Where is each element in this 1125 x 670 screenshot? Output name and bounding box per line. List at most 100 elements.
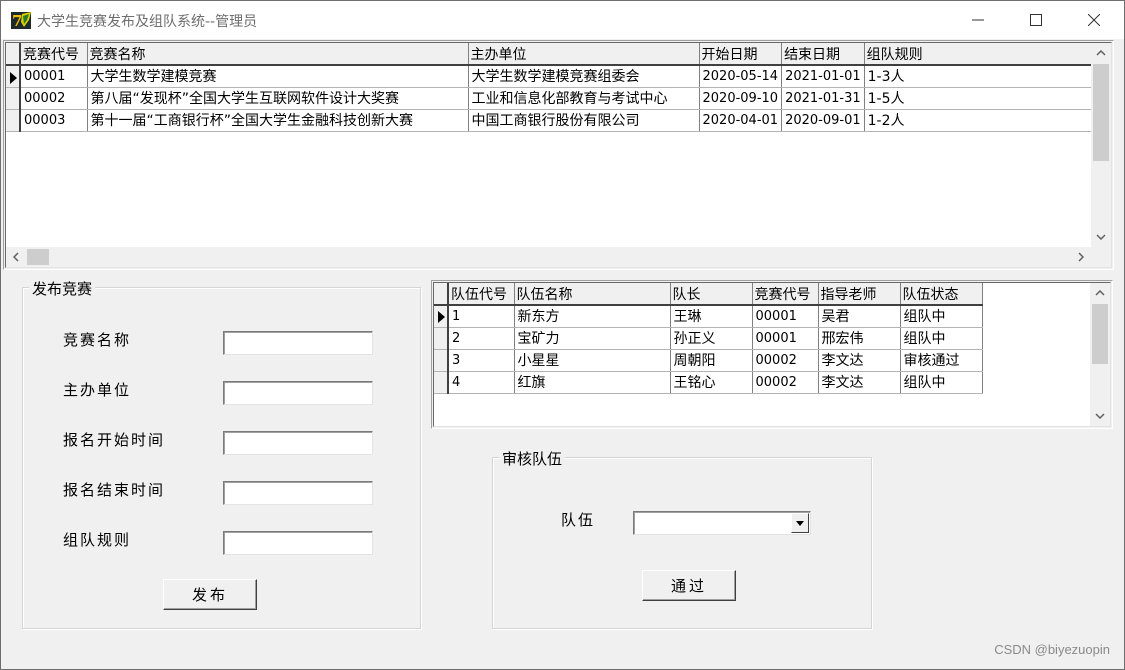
table-cell[interactable]: 组队中 [900,371,983,394]
table-row[interactable]: 00003 第十一届“工商银行杯”全国大学生金融科技创新大赛 中国工商银行股份有… [6,109,1094,132]
table-cell[interactable]: 2020-05-14 [699,65,783,88]
table-cell[interactable]: 吴君 [818,305,901,328]
table-cell[interactable]: 李文达 [818,371,901,394]
table-cell[interactable]: 工业和信息化部教育与考试中心 [468,87,700,110]
row-indicator[interactable] [6,65,21,88]
column-header[interactable]: 指导老师 [818,283,901,306]
scroll-up-icon[interactable] [1090,283,1110,303]
table-cell[interactable]: 审核通过 [900,349,983,372]
table-cell[interactable]: 2 [448,327,515,350]
row-indicator[interactable] [434,371,449,394]
scroll-up-icon[interactable] [1091,43,1111,63]
table-cell[interactable]: 2020-04-01 [699,109,783,132]
competition-name-input[interactable] [223,331,373,355]
scrollbar-thumb[interactable] [1093,64,1109,161]
table-cell[interactable]: 新东方 [514,305,671,328]
organizer-input[interactable] [223,381,373,405]
row-indicator[interactable] [434,327,449,350]
competitions-grid[interactable]: 竞赛代号 竞赛名称 主办单位 开始日期 结束日期 组队规则 00001 大学生数… [3,40,1114,270]
column-header[interactable]: 竞赛代号 [20,43,88,66]
table-cell[interactable]: 3 [448,349,515,372]
team-select[interactable] [633,511,811,535]
table-cell[interactable]: 00002 [752,371,819,394]
column-header[interactable]: 竞赛名称 [87,43,469,66]
table-cell[interactable]: 中国工商银行股份有限公司 [468,109,700,132]
title-bar: 7 大学生竞赛发布及组队系统--管理员 [1,1,1124,39]
column-header[interactable]: 主办单位 [468,43,700,66]
scroll-left-icon[interactable] [6,247,26,267]
row-indicator[interactable] [434,305,449,328]
svg-text:7: 7 [12,12,22,30]
table-cell[interactable]: 大学生数学建模竞赛 [87,65,469,88]
table-cell[interactable]: 王琳 [670,305,753,328]
table-cell[interactable]: 00002 [752,349,819,372]
table-cell[interactable]: 宝矿力 [514,327,671,350]
teams-grid[interactable]: 队伍代号 队伍名称 队长 竞赛代号 指导老师 队伍状态 1 新东方 王琳 000… [431,280,1113,429]
table-cell[interactable]: 组队中 [900,327,983,350]
table-cell[interactable]: 第十一届“工商银行杯”全国大学生金融科技创新大赛 [87,109,469,132]
field-label: 报名开始时间 [63,431,166,449]
row-indicator[interactable] [6,87,21,110]
table-cell[interactable]: 1-3人 [864,65,1094,88]
scroll-right-icon[interactable] [1071,247,1091,267]
column-header[interactable]: 队伍状态 [900,283,983,306]
registration-end-input[interactable] [223,481,373,505]
approve-button[interactable]: 通过 [642,570,736,601]
column-header[interactable]: 队长 [670,283,753,306]
table-cell[interactable]: 2021-01-01 [781,65,865,88]
column-header[interactable]: 结束日期 [781,43,865,66]
column-header[interactable]: 开始日期 [699,43,783,66]
dropdown-button[interactable] [791,513,809,533]
close-button[interactable] [1065,1,1123,39]
table-cell[interactable]: 大学生数学建模竞赛组委会 [468,65,700,88]
table-cell[interactable]: 组队中 [900,305,983,328]
table-cell[interactable]: 1 [448,305,515,328]
team-rule-input[interactable] [223,531,373,555]
vertical-scrollbar[interactable] [1090,283,1110,426]
table-cell[interactable]: 小星星 [514,349,671,372]
minimize-icon [972,19,984,21]
table-cell[interactable]: 红旗 [514,371,671,394]
column-header[interactable]: 竞赛代号 [752,283,819,306]
table-row[interactable]: 1 新东方 王琳 00001 吴君 组队中 [434,305,983,328]
column-header[interactable]: 组队规则 [864,43,1094,66]
row-indicator[interactable] [434,349,449,372]
scroll-down-icon[interactable] [1091,227,1111,247]
table-cell[interactable]: 00002 [20,87,88,110]
table-cell[interactable]: 2021-01-31 [781,87,865,110]
table-row[interactable]: 4 红旗 王铭心 00002 李文达 组队中 [434,371,983,394]
vertical-scrollbar[interactable] [1091,43,1111,247]
table-row[interactable]: 00001 大学生数学建模竞赛 大学生数学建模竞赛组委会 2020-05-14 … [6,65,1094,88]
table-row[interactable]: 3 小星星 周朝阳 00002 李文达 审核通过 [434,349,983,372]
minimize-button[interactable] [949,1,1007,39]
table-cell[interactable]: 00003 [20,109,88,132]
table-cell[interactable]: 第八届“发现杯”全国大学生互联网软件设计大奖赛 [87,87,469,110]
table-cell[interactable]: 00001 [752,305,819,328]
horizontal-scrollbar[interactable] [6,247,1091,267]
column-header[interactable]: 队伍名称 [514,283,671,306]
table-cell[interactable]: 孙正义 [670,327,753,350]
column-header[interactable]: 队伍代号 [448,283,515,306]
chevron-down-icon [796,520,804,526]
publish-button[interactable]: 发布 [163,579,257,610]
table-cell[interactable]: 00001 [20,65,88,88]
scrollbar-thumb[interactable] [27,249,49,265]
table-cell[interactable]: 2020-09-10 [699,87,783,110]
table-cell[interactable]: 4 [448,371,515,394]
table-cell[interactable]: 李文达 [818,349,901,372]
scrollbar-thumb[interactable] [1092,304,1108,364]
table-cell[interactable]: 1-5人 [864,87,1094,110]
table-cell[interactable]: 周朝阳 [670,349,753,372]
row-indicator[interactable] [6,109,21,132]
table-row[interactable]: 00002 第八届“发现杯”全国大学生互联网软件设计大奖赛 工业和信息化部教育与… [6,87,1094,110]
maximize-button[interactable] [1007,1,1065,39]
table-cell[interactable]: 邢宏伟 [818,327,901,350]
table-cell[interactable]: 1-2人 [864,109,1094,132]
scroll-down-icon[interactable] [1090,406,1110,426]
table-cell[interactable]: 00001 [752,327,819,350]
table-row[interactable]: 2 宝矿力 孙正义 00001 邢宏伟 组队中 [434,327,983,350]
field-label: 竞赛名称 [63,331,132,349]
table-cell[interactable]: 2020-09-01 [781,109,865,132]
registration-start-input[interactable] [223,431,373,455]
table-cell[interactable]: 王铭心 [670,371,753,394]
